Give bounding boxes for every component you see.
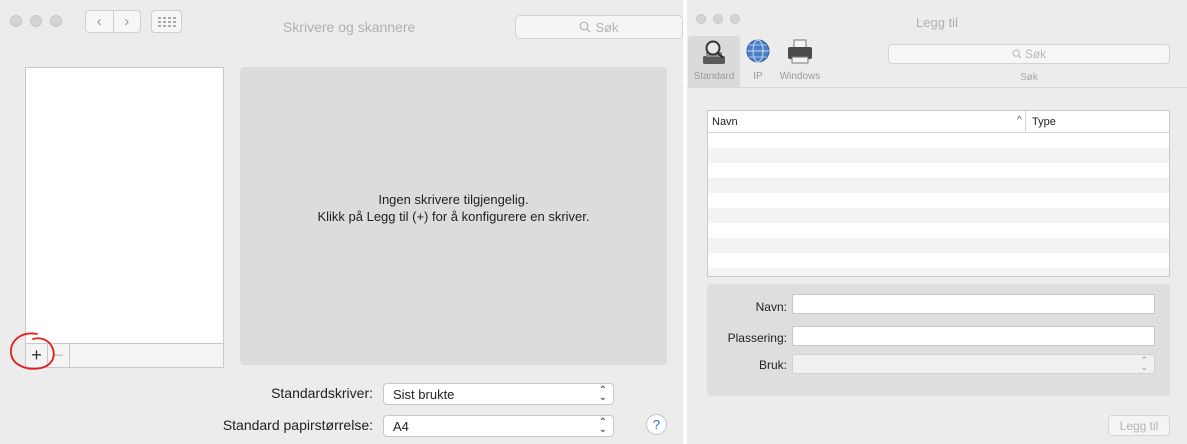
printer-detail-panel: Ingen skrivere tilgjengelig. Klikk på Le… (240, 67, 667, 365)
printer-list[interactable] (25, 67, 224, 344)
chevron-updown-icon: ⌃ ⌄ (598, 417, 607, 435)
titlebar: ‹ › Skrivere og skannere Søk (0, 0, 683, 48)
default-printer-label: Standardskriver: (271, 385, 373, 401)
search-field[interactable]: Søk (515, 15, 683, 39)
show-all-button[interactable] (151, 10, 182, 33)
table-header: Navn ^ Type (708, 111, 1169, 133)
add-printer-button[interactable]: + (26, 344, 48, 367)
zoom-window-button[interactable] (50, 15, 62, 27)
sort-ascending-icon: ^ (1017, 115, 1022, 126)
no-printers-message: Ingen skrivere tilgjengelig. Klikk på Le… (240, 191, 667, 225)
titlebar-toolbar: Legg til Standard IP Windows Søk Søk (687, 0, 1187, 88)
table-row (708, 193, 1169, 208)
table-row (708, 148, 1169, 163)
printer-browser-table[interactable]: Navn ^ Type (707, 110, 1170, 277)
table-row (708, 133, 1169, 148)
add-button[interactable]: Legg til (1108, 415, 1170, 436)
table-row (708, 238, 1169, 253)
back-button[interactable]: ‹ (86, 11, 113, 32)
printer-list-toolbar: + − (25, 344, 224, 368)
paper-size-label: Standard papirstørrelse: (222, 417, 373, 433)
printers-scanners-window: ‹ › Skrivere og skannere Søk + − Ingen s… (0, 0, 683, 444)
name-label: Navn: (755, 300, 787, 314)
window-title: Skrivere og skannere (283, 19, 416, 35)
window-title: Legg til (916, 15, 958, 30)
search-placeholder: Søk (595, 19, 619, 35)
column-header-type[interactable]: Type (1025, 111, 1056, 132)
minimize-window-button[interactable] (30, 15, 42, 27)
chevron-right-icon: › (124, 13, 130, 30)
no-printers-line2: Klikk på Legg til (+) for å konfigurere … (317, 209, 590, 224)
grid-icon (157, 16, 176, 27)
paper-size-value: A4 (393, 418, 409, 434)
help-button[interactable]: ? (646, 414, 667, 435)
search-icon (580, 21, 591, 33)
search-field[interactable]: Søk (888, 44, 1170, 64)
default-printer-value: Sist brukte (393, 386, 455, 402)
forward-button[interactable]: › (112, 11, 141, 32)
default-printer-popup[interactable]: Sist brukte ⌃ ⌄ (383, 383, 614, 405)
paper-size-popup[interactable]: A4 ⌃ ⌄ (383, 415, 614, 437)
use-label: Bruk: (758, 358, 787, 372)
add-printer-window: Legg til Standard IP Windows Søk Søk Nav… (687, 0, 1187, 444)
toolbar-ip[interactable]: IP (743, 36, 773, 88)
column-header-name[interactable]: Navn (712, 116, 738, 128)
table-row (708, 178, 1169, 193)
location-label: Plassering: (727, 331, 787, 345)
name-field[interactable] (792, 294, 1155, 314)
toolbar-ip-label: IP (753, 71, 763, 82)
search-label: Søk (1020, 72, 1038, 83)
location-field[interactable] (792, 326, 1155, 346)
navigation-buttons: ‹ › (85, 10, 141, 33)
table-row (708, 223, 1169, 238)
table-row (708, 208, 1169, 223)
chevron-updown-icon: ⌃ ⌄ (1140, 355, 1148, 372)
table-row (708, 163, 1169, 178)
toolbar-standard[interactable]: Standard (688, 36, 740, 88)
windows-printer-icon (788, 39, 812, 64)
default-printer-icon (703, 40, 725, 64)
no-printers-line1: Ingen skrivere tilgjengelig. (378, 192, 529, 207)
toolbar-windows[interactable]: Windows (777, 36, 823, 88)
search-icon (1012, 49, 1022, 59)
printer-info-box: Navn: Plassering: Bruk: ⌃ ⌄ (707, 284, 1170, 396)
chevron-left-icon: ‹ (96, 13, 102, 30)
close-window-button[interactable] (10, 15, 22, 27)
toolbar-standard-label: Standard (693, 71, 735, 82)
toolbar-windows-label: Windows (779, 71, 821, 82)
search-placeholder: Søk (1024, 47, 1047, 61)
remove-printer-button[interactable]: − (48, 344, 70, 367)
use-driver-popup[interactable]: ⌃ ⌄ (792, 354, 1155, 374)
chevron-updown-icon: ⌃ ⌄ (598, 385, 607, 403)
table-row (708, 253, 1169, 268)
table-row (708, 268, 1169, 276)
globe-icon (746, 39, 770, 63)
